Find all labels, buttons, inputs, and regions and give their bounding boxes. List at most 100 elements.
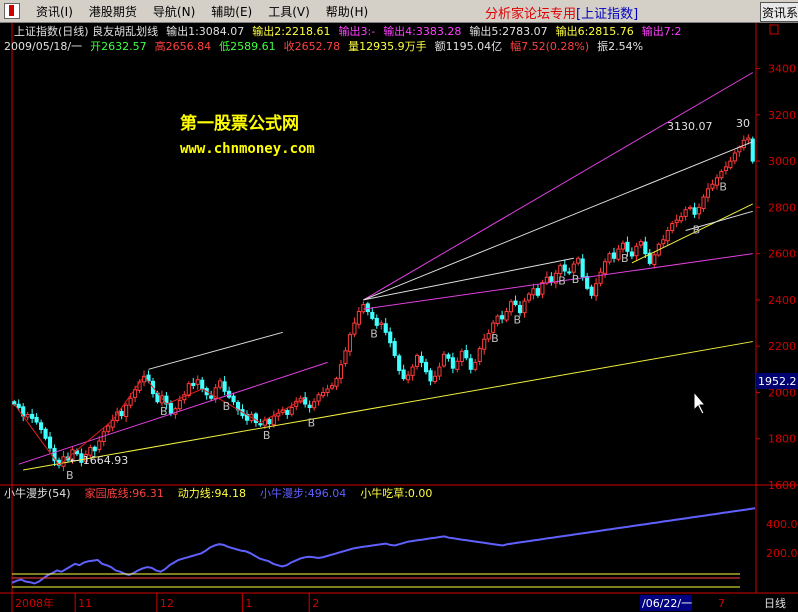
- candle-body-74: [343, 350, 348, 365]
- date-label-3: 1: [245, 597, 252, 610]
- header-line1-7: 输出7:2: [642, 24, 682, 38]
- candle-body-76: [352, 322, 357, 335]
- buy-marker-2: B: [223, 400, 231, 413]
- candle-body-37: [177, 400, 182, 410]
- candle-body-139: [634, 245, 639, 257]
- candle-body-88: [406, 374, 411, 381]
- chart-background: [0, 23, 798, 612]
- price-tick-8: 1800: [768, 433, 796, 446]
- candle-body-66: [307, 404, 312, 408]
- candle-body-136: [620, 242, 626, 250]
- candle-body-86: [397, 355, 402, 371]
- candle-body-98: [450, 357, 455, 369]
- candle-body-49: [231, 395, 236, 403]
- app-logo-icon[interactable]: [4, 3, 20, 19]
- candle-body-84: [388, 331, 393, 344]
- candle-body-137: [625, 241, 630, 252]
- period-label: 日线: [764, 596, 786, 610]
- candle-body-78: [361, 304, 366, 313]
- candle-body-80: [370, 311, 375, 319]
- candle-body-55: [258, 423, 263, 426]
- candle-body-69: [321, 391, 326, 397]
- candle-body-164: [746, 137, 751, 141]
- high-annotation-short: 30: [736, 117, 750, 130]
- candle-body-95: [437, 366, 442, 377]
- candle-body-151: [688, 206, 693, 210]
- candle-body-75: [347, 334, 352, 352]
- buy-marker-10: B: [621, 252, 629, 265]
- candle-body-99: [455, 360, 460, 370]
- candle-body-42: [200, 379, 205, 390]
- candle-body-116: [531, 288, 536, 296]
- candle-body-141: [643, 241, 648, 255]
- price-tick-1: 3200: [768, 109, 796, 122]
- menu-help[interactable]: 帮助(H): [318, 3, 376, 20]
- candle-body-61: [285, 410, 290, 415]
- price-tick-4: 2600: [768, 248, 796, 261]
- candle-body-115: [526, 293, 532, 301]
- candle-body-100: [459, 350, 464, 362]
- sub-tick-1: 200.0: [766, 547, 798, 560]
- candle-body-96: [441, 353, 446, 367]
- candle-body-92: [423, 361, 429, 373]
- info-search-button[interactable]: 资讯系: [760, 2, 798, 22]
- candle-body-3: [25, 413, 30, 418]
- buy-marker-11: B: [693, 223, 701, 236]
- candle-body-161: [732, 152, 737, 162]
- header-line2-8: 振2.54%: [597, 39, 643, 53]
- candle-body-4: [30, 413, 35, 419]
- menu-hk-futures[interactable]: 港股期货: [81, 3, 145, 20]
- candle-body-89: [410, 366, 415, 376]
- price-tick-0: 3400: [768, 63, 796, 76]
- candle-body-163: [741, 139, 746, 149]
- date-label-2: 12: [160, 597, 174, 610]
- candle-body-150: [683, 209, 688, 217]
- candle-body-73: [338, 364, 344, 379]
- header-line2-7: 幅7.52(0.28%): [510, 40, 589, 53]
- stock-chart[interactable]: 上证指数(日线) 良友胡乱划线 输出1:3084.07 输出2:2218.61 输出3…: [0, 23, 798, 612]
- menu-navigate[interactable]: 导航(N): [145, 3, 203, 20]
- candle-body-112: [513, 300, 518, 306]
- candle-body-26: [128, 397, 133, 406]
- low-annotation: ← 1664.93: [70, 454, 128, 467]
- sub-header-4: 小牛吃草:0.00: [360, 486, 432, 500]
- header-line2-5: 量12935.9万手: [348, 39, 427, 53]
- header-line2-1: 开2632.57: [90, 40, 147, 53]
- watermark-url: www.chnmoney.com: [180, 141, 315, 157]
- candle-body-159: [723, 166, 728, 172]
- price-tick-9: 1600: [768, 479, 796, 492]
- candle-body-93: [428, 370, 433, 382]
- candle-body-67: [312, 401, 317, 409]
- menu-assist[interactable]: 辅助(E): [203, 3, 260, 20]
- candle-body-108: [495, 315, 500, 325]
- buy-marker-12: B: [719, 180, 727, 193]
- candle-body-7: [43, 428, 48, 439]
- header-line1-0: 上证指数(日线) 良友胡乱划线: [14, 24, 158, 38]
- candle-body-133: [607, 253, 612, 263]
- candle-body-40: [191, 382, 196, 387]
- candle-body-156: [710, 183, 715, 189]
- date-label-4: 2: [312, 597, 319, 610]
- header-line2-0: 2009/05/18/一: [4, 40, 82, 53]
- candle-body-126: [576, 257, 581, 264]
- candle-body-79: [365, 303, 370, 312]
- candle-body-143: [652, 254, 657, 266]
- header-line1-1: 输出1:3084.07: [166, 24, 244, 38]
- candle-body-24: [119, 410, 124, 417]
- candle-body-120: [549, 276, 554, 283]
- menu-bar: 资讯(I) 港股期货 导航(N) 辅助(E) 工具(V) 帮助(H) 分析家论坛…: [0, 0, 798, 23]
- candle-body-160: [728, 160, 733, 169]
- candle-body-18: [92, 446, 97, 452]
- buy-marker-6: B: [491, 332, 499, 345]
- menu-info[interactable]: 资讯(I): [28, 3, 81, 20]
- cursor-price-label: 1952.2: [758, 375, 797, 388]
- candle-body-125: [571, 263, 576, 273]
- candle-body-82: [379, 322, 384, 325]
- candle-body-41: [195, 379, 200, 385]
- candle-body-57: [267, 419, 272, 425]
- menu-tools[interactable]: 工具(V): [260, 3, 318, 20]
- candle-body-131: [598, 271, 603, 284]
- candle-body-1: [16, 403, 21, 408]
- sub-header-2: 动力线:94.18: [178, 486, 246, 500]
- candle-body-122: [558, 265, 563, 275]
